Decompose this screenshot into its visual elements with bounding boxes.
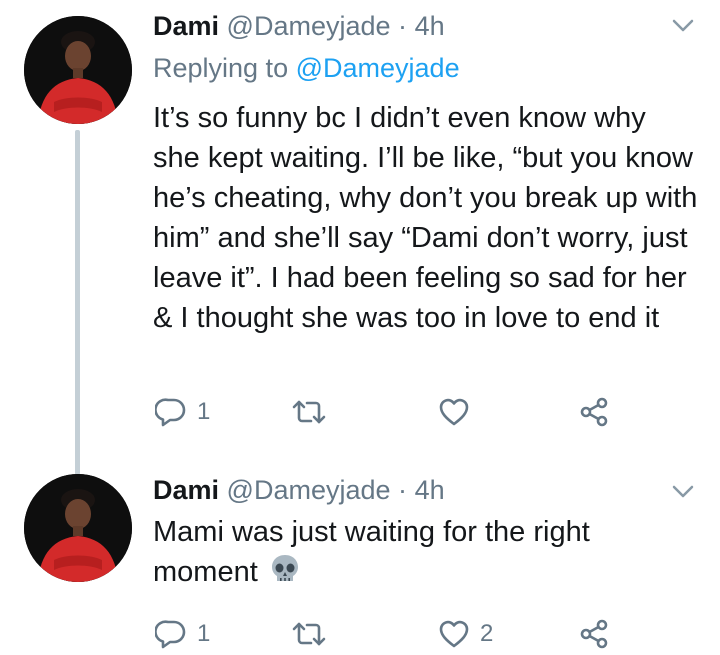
skull-emoji-icon: [270, 553, 300, 596]
mention-link[interactable]: @Dameyjade: [296, 53, 460, 83]
share-icon: [578, 396, 610, 428]
chevron-down-icon[interactable]: [668, 476, 698, 506]
chevron-down-icon[interactable]: [668, 10, 698, 40]
reply-button[interactable]: 1: [155, 392, 210, 432]
replying-to: Replying to @Dameyjade: [153, 52, 460, 84]
like-count: 2: [480, 620, 494, 647]
avatar[interactable]: [24, 16, 132, 124]
tweet-text: It’s so funny bc I didn’t even know why …: [153, 102, 698, 334]
share-icon: [578, 618, 610, 650]
tweet-text: Mami was just waiting for the right mome…: [153, 512, 698, 596]
avatar[interactable]: [24, 474, 132, 582]
reply-icon: [155, 618, 187, 650]
reply-count: 1: [197, 398, 211, 425]
replying-label: Replying to: [153, 53, 289, 83]
thread-line: [75, 130, 80, 475]
timestamp[interactable]: 4h: [415, 11, 445, 41]
reply-count: 1: [197, 620, 211, 647]
like-button[interactable]: [438, 392, 480, 432]
heart-icon: [438, 618, 470, 650]
tweet-actions: 1: [153, 392, 623, 432]
tweet[interactable]: Dami @Dameyjade · 4h Replying to @Dameyj…: [0, 0, 720, 475]
retweet-button[interactable]: [291, 392, 337, 432]
separator: ·: [398, 11, 408, 41]
tweet-header: Dami @Dameyjade · 4h: [153, 474, 445, 506]
reply-icon: [155, 396, 187, 428]
separator: ·: [398, 475, 408, 505]
tweet-header: Dami @Dameyjade · 4h: [153, 10, 445, 42]
tweet-actions: 1 2: [153, 614, 623, 654]
share-button[interactable]: [578, 614, 610, 654]
user-handle[interactable]: @Dameyjade: [227, 475, 391, 505]
reply-button[interactable]: 1: [155, 614, 210, 654]
retweet-icon: [291, 618, 327, 650]
retweet-icon: [291, 396, 327, 428]
timestamp[interactable]: 4h: [415, 475, 445, 505]
share-button[interactable]: [578, 392, 610, 432]
tweet[interactable]: Dami @Dameyjade · 4h Mami was just waiti…: [0, 462, 720, 655]
heart-icon: [438, 396, 470, 428]
like-button[interactable]: 2: [438, 614, 493, 654]
display-name[interactable]: Dami: [153, 475, 219, 505]
tweet-text-content: Mami was just waiting for the right mome…: [153, 516, 590, 588]
retweet-button[interactable]: [291, 614, 337, 654]
display-name[interactable]: Dami: [153, 11, 219, 41]
user-handle[interactable]: @Dameyjade: [227, 11, 391, 41]
